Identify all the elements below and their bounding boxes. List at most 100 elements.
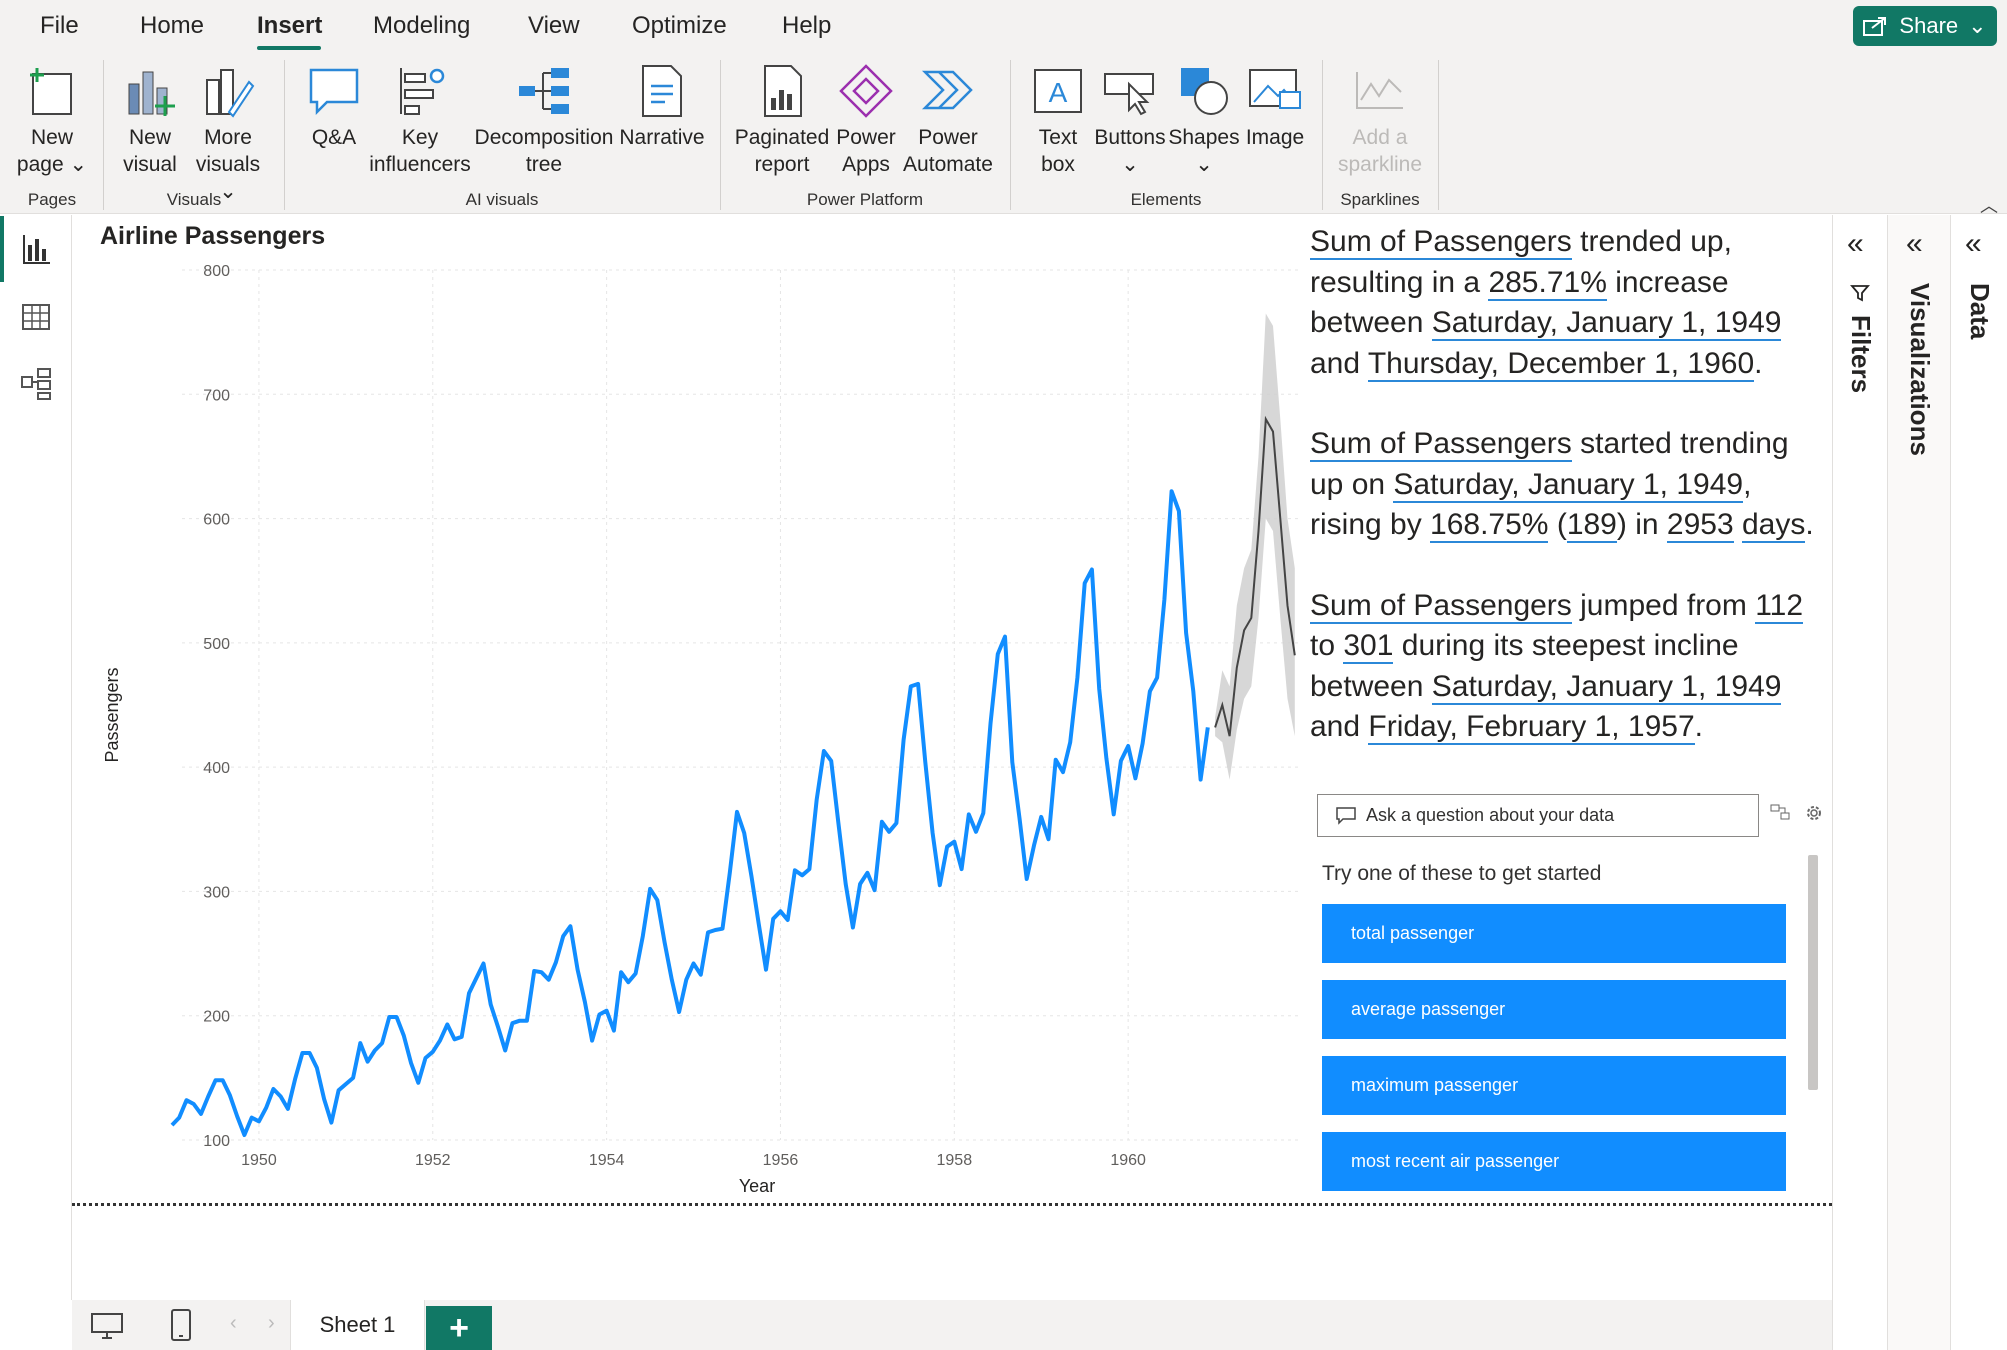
- y-tick-label: 700: [203, 387, 230, 404]
- expand-visualizations-icon[interactable]: «: [1906, 227, 1923, 261]
- smart-narrative[interactable]: Sum of Passengers trended up, resulting …: [1310, 222, 1830, 788]
- add-page-button[interactable]: +: [426, 1306, 492, 1350]
- y-tick-label: 800: [203, 263, 230, 280]
- menu-modeling[interactable]: Modeling: [373, 12, 470, 40]
- shapes-button[interactable]: Shapes ⌄: [1168, 62, 1240, 178]
- new-visual-button[interactable]: New visual: [118, 62, 182, 178]
- y-tick-label: 600: [203, 512, 230, 529]
- model-view-icon[interactable]: [18, 365, 54, 401]
- more-visuals-icon: [206, 69, 255, 118]
- qna-suggestion[interactable]: most recent air passenger: [1322, 1132, 1786, 1191]
- data-pane-title: Data: [1965, 283, 1995, 340]
- share-label: Share: [1899, 13, 1959, 38]
- desktop-view-icon[interactable]: [90, 1312, 124, 1340]
- narrative-text: (: [1548, 508, 1567, 541]
- visual-boundary-line: [72, 1203, 1832, 1206]
- visualizations-pane[interactable]: « Visualizations: [1887, 215, 1950, 1350]
- new-page-label: New page ⌄: [16, 126, 88, 176]
- add-sparkline-button[interactable]: Add a sparkline: [1334, 62, 1426, 178]
- scroll-right-icon[interactable]: ›: [268, 1312, 275, 1335]
- x-tick-label: 1956: [763, 1152, 799, 1169]
- x-tick-label: 1950: [241, 1152, 277, 1169]
- narrative-value: Sum of Passengers: [1310, 588, 1572, 624]
- menu-view[interactable]: View: [528, 12, 580, 40]
- ribbon-separator: [103, 60, 104, 210]
- power-apps-icon: [839, 64, 893, 118]
- qa-button[interactable]: Q&A: [296, 62, 372, 151]
- narrative-value: 168.75%: [1430, 508, 1549, 543]
- ribbon-separator: [284, 60, 285, 210]
- image-button[interactable]: Image: [1240, 62, 1310, 151]
- table-view-icon[interactable]: [18, 299, 54, 335]
- narrative-text: .: [1754, 346, 1763, 380]
- share-button[interactable]: Share ⌄: [1853, 6, 1997, 46]
- qna-suggestion[interactable]: average passenger: [1322, 980, 1786, 1039]
- decomposition-tree-label: Decomposition tree: [474, 126, 614, 176]
- flow-icon[interactable]: [1770, 803, 1790, 821]
- menu-insert[interactable]: Insert: [257, 12, 322, 40]
- narrative-text: and: [1310, 346, 1368, 380]
- buttons-icon: [1104, 73, 1154, 116]
- narrative-value: 189: [1566, 508, 1617, 543]
- ribbon-separator: [1322, 60, 1323, 210]
- menu-file[interactable]: File: [40, 12, 79, 40]
- buttons-button[interactable]: Buttons ⌄: [1094, 62, 1166, 178]
- qna-prompt: Try one of these to get started: [1322, 862, 1602, 885]
- expand-data-icon[interactable]: «: [1965, 227, 1982, 261]
- qna-suggestion[interactable]: total passenger: [1322, 904, 1786, 963]
- data-pane[interactable]: « Data: [1950, 215, 2007, 1350]
- narrative-value: Friday, February 1, 1957: [1368, 710, 1695, 745]
- power-apps-button[interactable]: Power Apps: [832, 62, 900, 178]
- narrative-text: .: [1805, 508, 1814, 541]
- y-tick-label: 400: [203, 760, 230, 777]
- scroll-left-icon[interactable]: ‹: [230, 1312, 237, 1335]
- narrative-text: .: [1694, 710, 1703, 743]
- report-view-icon[interactable]: [18, 231, 54, 267]
- filters-pane[interactable]: « Filters: [1832, 215, 1887, 1350]
- narrative-label: Narrative: [619, 126, 705, 149]
- svg-text:A: A: [1049, 77, 1068, 108]
- gear-icon[interactable]: [1804, 803, 1824, 823]
- qna-search-input[interactable]: Ask a question about your data: [1317, 794, 1759, 837]
- mobile-view-icon[interactable]: [170, 1308, 192, 1342]
- new-page-button[interactable]: New page ⌄: [14, 62, 90, 178]
- menu-home[interactable]: Home: [140, 12, 204, 40]
- menu-optimize[interactable]: Optimize: [632, 12, 727, 40]
- qna-suggestion[interactable]: maximum passenger: [1322, 1056, 1786, 1115]
- paginated-report-label: Paginated report: [734, 126, 830, 176]
- image-icon: [1249, 69, 1301, 109]
- y-tick-label: 500: [203, 636, 230, 653]
- share-icon: [1863, 17, 1887, 36]
- expand-filters-icon[interactable]: «: [1847, 227, 1864, 261]
- key-influencers-button[interactable]: Key influencers: [369, 62, 471, 178]
- narrative-value: Sum of Passengers: [1310, 225, 1572, 260]
- key-influencers-label: Key influencers: [369, 126, 471, 176]
- decomposition-tree-button[interactable]: Decomposition tree: [472, 62, 616, 178]
- y-axis-label: Passengers: [102, 667, 122, 762]
- more-visuals-button[interactable]: More visuals ⌄: [186, 62, 270, 205]
- power-automate-label: Power Automate: [903, 126, 993, 176]
- page-tab-sheet-1[interactable]: Sheet 1: [290, 1300, 425, 1350]
- x-tick-label: 1960: [1110, 1152, 1146, 1169]
- text-box-button[interactable]: A Text box: [1024, 62, 1092, 178]
- group-label-pages: Pages: [27, 190, 77, 209]
- qa-icon: [309, 68, 359, 116]
- shapes-label: Shapes ⌄: [1168, 126, 1240, 176]
- filter-icon: [1850, 285, 1870, 302]
- line-chart[interactable]: 100 200 300 400 500 600 700 800 1950 1952 1954 1956…: [72, 215, 1312, 1215]
- power-automate-button[interactable]: Power Automate: [900, 62, 996, 178]
- power-automate-icon: [921, 70, 973, 110]
- narrative-paragraph-1: Sum of Passengers trended up, resulting …: [1310, 222, 1830, 384]
- paginated-report-icon: [764, 65, 802, 117]
- new-visual-icon: [128, 71, 175, 116]
- narrative-button[interactable]: Narrative: [618, 62, 706, 151]
- qna-toolbar: [1770, 803, 1824, 823]
- chat-bubble-icon: [1336, 806, 1356, 825]
- qna-scrollbar[interactable]: [1808, 855, 1818, 1090]
- y-tick-label: 200: [203, 1009, 230, 1026]
- menu-help[interactable]: Help: [782, 12, 831, 40]
- narrative-text: to: [1310, 629, 1344, 662]
- paginated-report-button[interactable]: Paginated report: [734, 62, 830, 178]
- narrative-value: 2953: [1666, 508, 1734, 543]
- view-switcher: [0, 215, 72, 1300]
